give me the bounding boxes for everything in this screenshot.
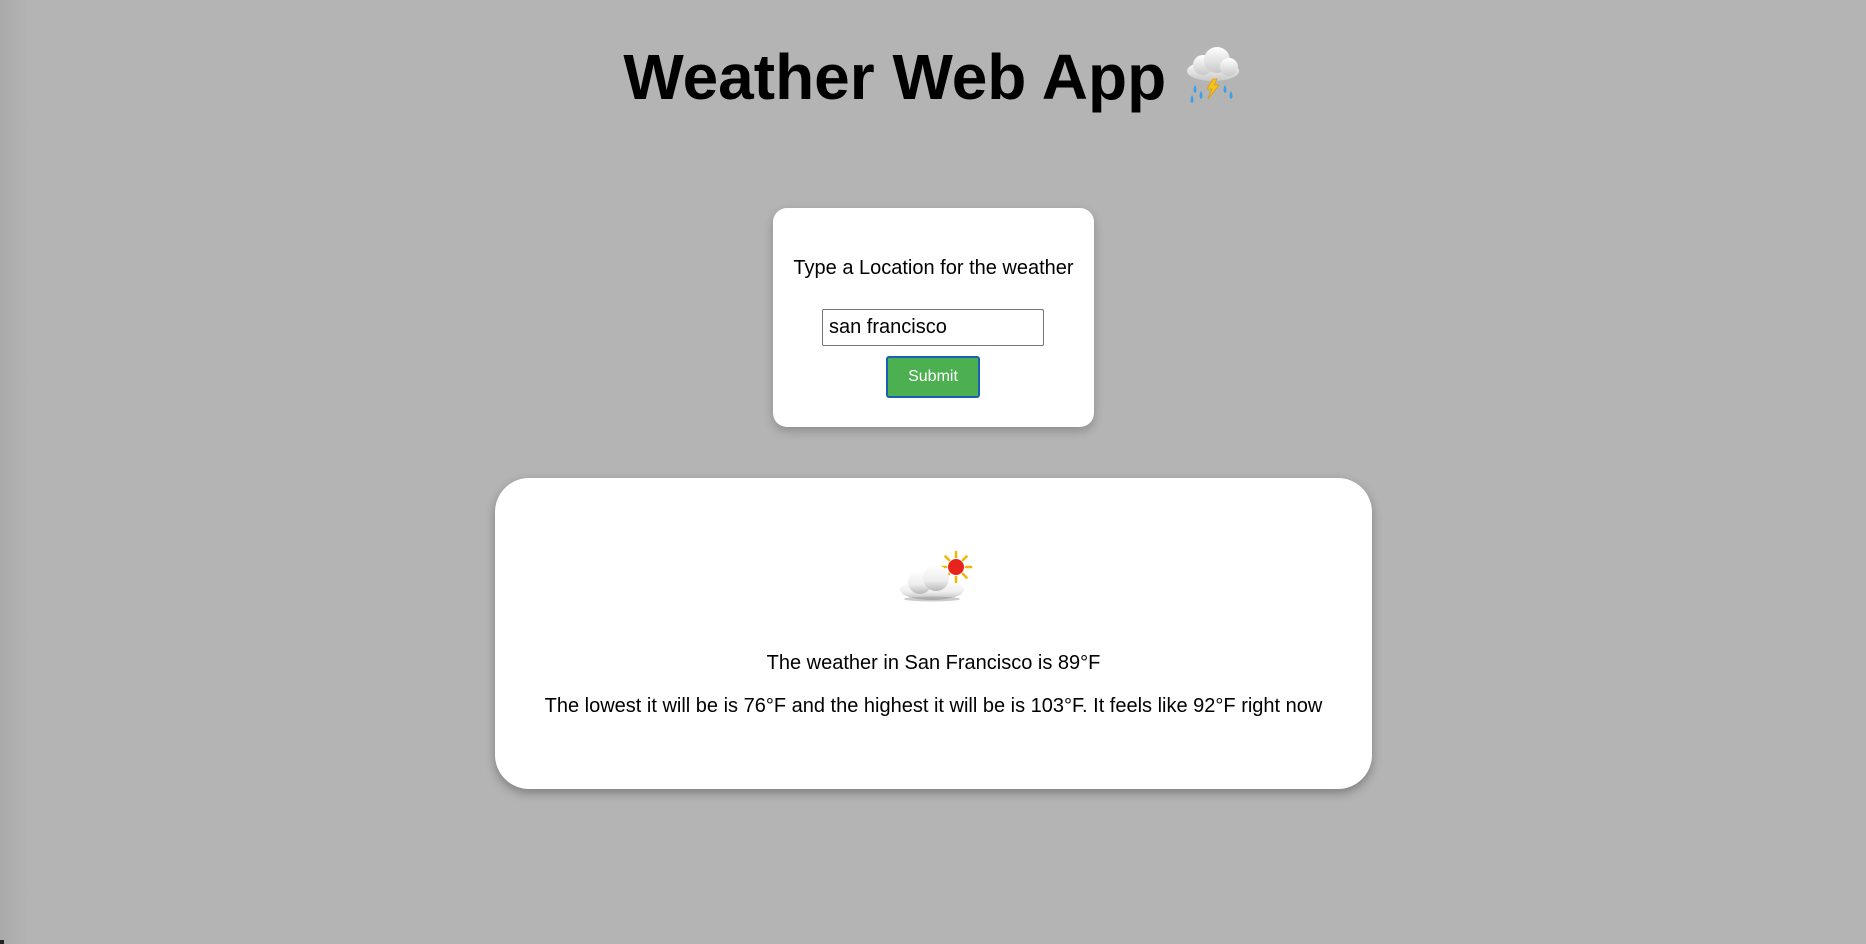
location-prompt: Type a Location for the weather [793, 257, 1074, 279]
location-form-card: Type a Location for the weather Submit [773, 208, 1094, 427]
weather-summary: The weather in San Francisco is 89°F [766, 652, 1101, 674]
location-input[interactable] [822, 309, 1044, 346]
page-title: Weather Web App [623, 41, 1167, 113]
page-header: Weather Web App [0, 40, 1866, 114]
submit-button[interactable]: Submit [886, 356, 980, 398]
sun-behind-cloud-icon [898, 548, 976, 604]
page-edge-shadow [0, 0, 30, 944]
window-corner-mark [0, 940, 4, 944]
weather-details: The lowest it will be is 76°F and the hi… [544, 695, 1323, 717]
weather-result-card: The weather in San Francisco is 89°F The… [495, 478, 1372, 789]
cloud-with-lightning-and-rain-icon [1183, 41, 1243, 105]
